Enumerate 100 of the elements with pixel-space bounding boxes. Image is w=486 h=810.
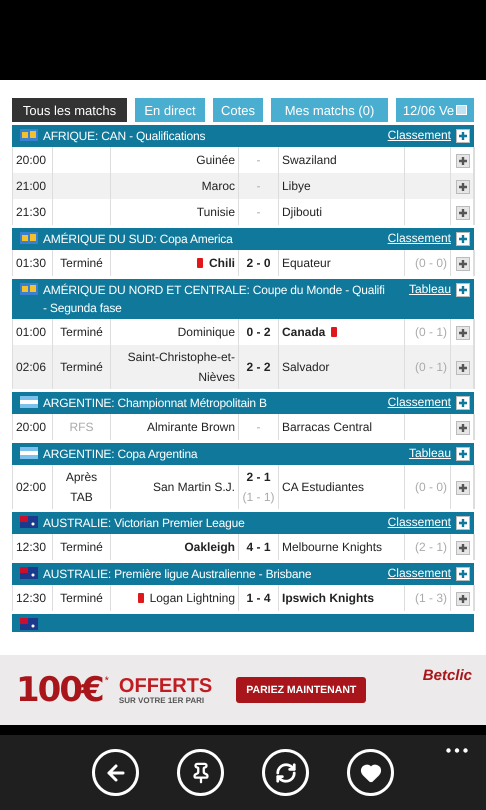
match-time: 01:00 <box>16 324 46 341</box>
match-time: 02:06 <box>16 359 46 376</box>
away-team: Swaziland <box>282 152 337 169</box>
add-icon[interactable] <box>456 567 470 581</box>
ad-asterisk: * <box>104 675 109 687</box>
away-team: Djibouti <box>282 204 322 221</box>
bet-now-button[interactable]: PARIEZ MAINTENANT <box>236 677 366 703</box>
add-icon[interactable] <box>456 257 470 271</box>
match-score: 4 - 1 <box>246 539 270 556</box>
add-icon[interactable] <box>456 541 470 555</box>
standings-link[interactable]: Classement <box>388 565 451 582</box>
group-title: AUSTRALIE: Victorian Premier League <box>43 515 246 532</box>
match-time: 01:30 <box>16 255 46 272</box>
match-row[interactable]: 20:00 RFS Almirante Brown - Barracas Central <box>12 414 474 440</box>
halftime-score: (1 - 3) <box>414 590 447 607</box>
match-row[interactable]: 21:30 Tunisie - Djibouti <box>12 199 474 225</box>
add-icon[interactable] <box>456 361 470 375</box>
add-icon[interactable] <box>456 326 470 340</box>
match-score: 0 - 2 <box>246 324 270 341</box>
match-status: Après TAB <box>64 469 98 506</box>
group-title: AMÉRIQUE DU NORD ET CENTRALE: Coupe du Monde - Qualifi <box>43 282 386 299</box>
match-row[interactable]: 12:30 Terminé Logan Lightning 1 - 4 Ipswich Knights (1 - 3) <box>12 585 474 611</box>
add-icon[interactable] <box>456 154 470 168</box>
match-score: 2 - 2 <box>246 359 270 376</box>
match-score: - <box>256 204 260 221</box>
add-icon[interactable] <box>456 592 470 606</box>
standings-link[interactable]: Classement <box>388 514 451 531</box>
home-team: Dominique <box>178 324 235 341</box>
match-score: - <box>256 419 260 436</box>
away-team: Libye <box>282 178 311 195</box>
home-team: Chili <box>209 255 235 272</box>
match-row[interactable]: 21:00 Maroc - Libye <box>12 173 474 199</box>
home-team: San Martin S.J. <box>152 479 235 496</box>
away-team: Salvador <box>282 359 330 376</box>
match-time: 20:00 <box>16 152 46 169</box>
halftime-score: (2 - 1) <box>414 539 447 556</box>
group-title: AMÉRIQUE DU SUD: Copa America <box>43 231 234 248</box>
halftime-score: (0 - 0) <box>414 479 447 496</box>
refresh-button[interactable] <box>262 749 309 796</box>
away-team: Ipswich Knights <box>282 590 374 607</box>
heart-button[interactable] <box>347 749 394 796</box>
away-team: Equateur <box>282 255 331 272</box>
more-icon[interactable] <box>446 748 468 753</box>
add-icon[interactable] <box>456 232 470 246</box>
standings-link[interactable]: Classement <box>388 127 451 144</box>
match-score: 2 - 1 <box>246 469 270 486</box>
match-score: - <box>256 152 260 169</box>
halftime-score: (0 - 1) <box>414 359 447 376</box>
standings-link[interactable]: Tableau <box>408 281 451 298</box>
standings-link[interactable]: Classement <box>388 230 451 247</box>
group-title: AFRIQUE: CAN - Qualifications <box>43 128 206 145</box>
add-icon[interactable] <box>456 421 470 435</box>
add-icon[interactable] <box>456 129 470 143</box>
home-team: Saint-Christophe-et-Nièves <box>126 349 235 386</box>
match-score: 2 - 0 <box>246 255 270 272</box>
match-time: 21:30 <box>16 204 46 221</box>
home-team: Maroc <box>202 178 235 195</box>
add-icon[interactable] <box>456 396 470 410</box>
add-icon[interactable] <box>456 206 470 220</box>
match-row[interactable]: 20:00 Guinée - Swaziland <box>12 147 474 173</box>
match-score: - <box>256 178 260 195</box>
tab[interactable]: Tous les matchs <box>12 98 127 122</box>
away-team: Barracas Central <box>282 419 372 436</box>
add-icon[interactable] <box>456 447 470 461</box>
home-team: Almirante Brown <box>146 419 235 436</box>
match-time: 21:00 <box>16 178 46 195</box>
match-status: Terminé <box>60 324 103 341</box>
ad-headline: OFFERTS <box>118 676 212 696</box>
standings-link[interactable]: Tableau <box>408 445 451 462</box>
pin-button[interactable] <box>177 749 224 796</box>
match-status: Terminé <box>60 359 103 376</box>
group-title: ARGENTINE: Championnat Métropolitain B <box>43 395 268 412</box>
standings-link[interactable]: Classement <box>388 394 451 411</box>
match-row[interactable]: 01:30 Terminé Chili 2 - 0 Equateur (0 - 0) <box>12 250 474 276</box>
home-team: Tunisie <box>196 204 235 221</box>
calendar-icon <box>456 105 468 115</box>
group-subtitle: - Segunda fase <box>43 300 123 317</box>
match-row[interactable]: 01:00 Terminé Dominique 0 - 2 Canada (0 - 1) <box>12 319 474 345</box>
heart-icon <box>360 762 382 784</box>
halftime-score: (0 - 1) <box>414 324 447 341</box>
brand-logo: Betclic <box>422 667 472 684</box>
match-time: 20:00 <box>16 419 46 436</box>
away-team: Melbourne Knights <box>282 539 382 556</box>
add-icon[interactable] <box>456 283 470 297</box>
match-status: Terminé <box>60 590 103 607</box>
add-icon[interactable] <box>456 481 470 495</box>
group-title: AUSTRALIE: Première ligue Australienne - Brisbane <box>43 566 312 583</box>
match-row[interactable]: 12:30 Terminé Oakleigh 4 - 1 Melbourne Knights (2 - 1) <box>12 534 474 560</box>
home-team: Logan Lightning <box>150 590 235 607</box>
ad-subline: SUR VOTRE 1ER PARI <box>118 696 206 704</box>
match-time: 12:30 <box>16 590 46 607</box>
ad-amount: 100€ <box>16 670 103 710</box>
add-icon[interactable] <box>456 516 470 530</box>
add-icon[interactable] <box>456 180 470 194</box>
refresh-icon <box>274 762 296 784</box>
back-button[interactable] <box>92 749 139 796</box>
home-team: Guinée <box>196 152 235 169</box>
away-team: CA Estudiantes <box>282 479 364 496</box>
group-title: ARGENTINE: Copa Argentina <box>43 446 198 463</box>
match-score: 1 - 4 <box>246 590 270 607</box>
